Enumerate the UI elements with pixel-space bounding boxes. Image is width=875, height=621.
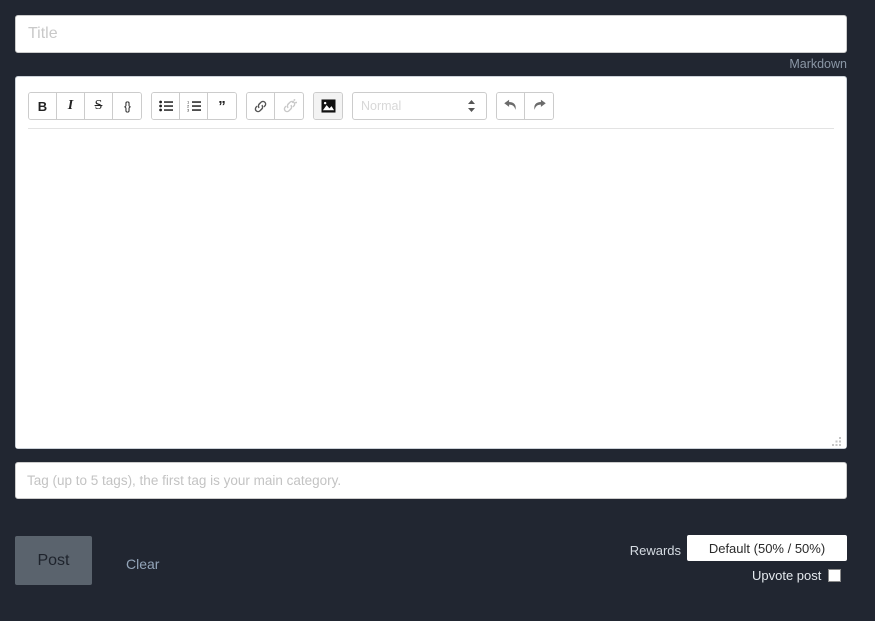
upvote-post-checkbox[interactable] bbox=[828, 569, 842, 582]
tags-input[interactable] bbox=[15, 462, 847, 499]
bullet-list-icon[interactable] bbox=[152, 93, 180, 119]
rewards-select[interactable]: Default (50% / 50%) bbox=[687, 535, 847, 561]
svg-text:3: 3 bbox=[187, 107, 190, 112]
undo-icon[interactable] bbox=[497, 93, 525, 119]
editor-toolbar: B I S {} 1 2 3 ” Normal bbox=[16, 77, 846, 125]
strikethrough-icon[interactable]: S bbox=[85, 93, 113, 119]
toolbar-group-links bbox=[246, 92, 304, 120]
editor-mode-label[interactable]: Markdown bbox=[789, 57, 847, 71]
numbered-list-icon[interactable]: 1 2 3 bbox=[180, 93, 208, 119]
resize-grip-icon[interactable] bbox=[831, 433, 843, 446]
editor-panel: B I S {} 1 2 3 ” Normal bbox=[15, 76, 847, 449]
blockquote-icon[interactable]: ” bbox=[208, 93, 236, 119]
post-button[interactable]: Post bbox=[15, 536, 92, 585]
clear-button[interactable]: Clear bbox=[126, 556, 159, 572]
link-icon[interactable] bbox=[247, 93, 275, 119]
rewards-label: Rewards bbox=[629, 543, 681, 558]
chevron-updown-icon bbox=[467, 99, 476, 113]
upvote-post-label: Upvote post bbox=[752, 568, 822, 583]
toolbar-group-media bbox=[313, 92, 343, 120]
code-icon[interactable]: {} bbox=[113, 93, 141, 119]
redo-icon[interactable] bbox=[525, 93, 553, 119]
format-select[interactable]: Normal bbox=[352, 92, 487, 120]
toolbar-group-text-style: B I S {} bbox=[28, 92, 142, 120]
upvote-post-row: Upvote post bbox=[752, 568, 842, 583]
rewards-select-value: Default (50% / 50%) bbox=[708, 540, 826, 556]
title-input[interactable] bbox=[15, 15, 847, 53]
toolbar-group-history bbox=[496, 92, 554, 120]
image-icon[interactable] bbox=[314, 93, 342, 119]
bold-icon[interactable]: B bbox=[29, 93, 57, 119]
format-select-value: Normal bbox=[361, 99, 402, 113]
editor-body[interactable] bbox=[16, 129, 846, 448]
unlink-icon[interactable] bbox=[275, 93, 303, 119]
title-field-wrapper bbox=[15, 15, 847, 53]
toolbar-group-lists: 1 2 3 ” bbox=[151, 92, 237, 120]
post-editor-page: Markdown B I S {} bbox=[0, 0, 875, 621]
italic-icon[interactable]: I bbox=[57, 93, 85, 119]
